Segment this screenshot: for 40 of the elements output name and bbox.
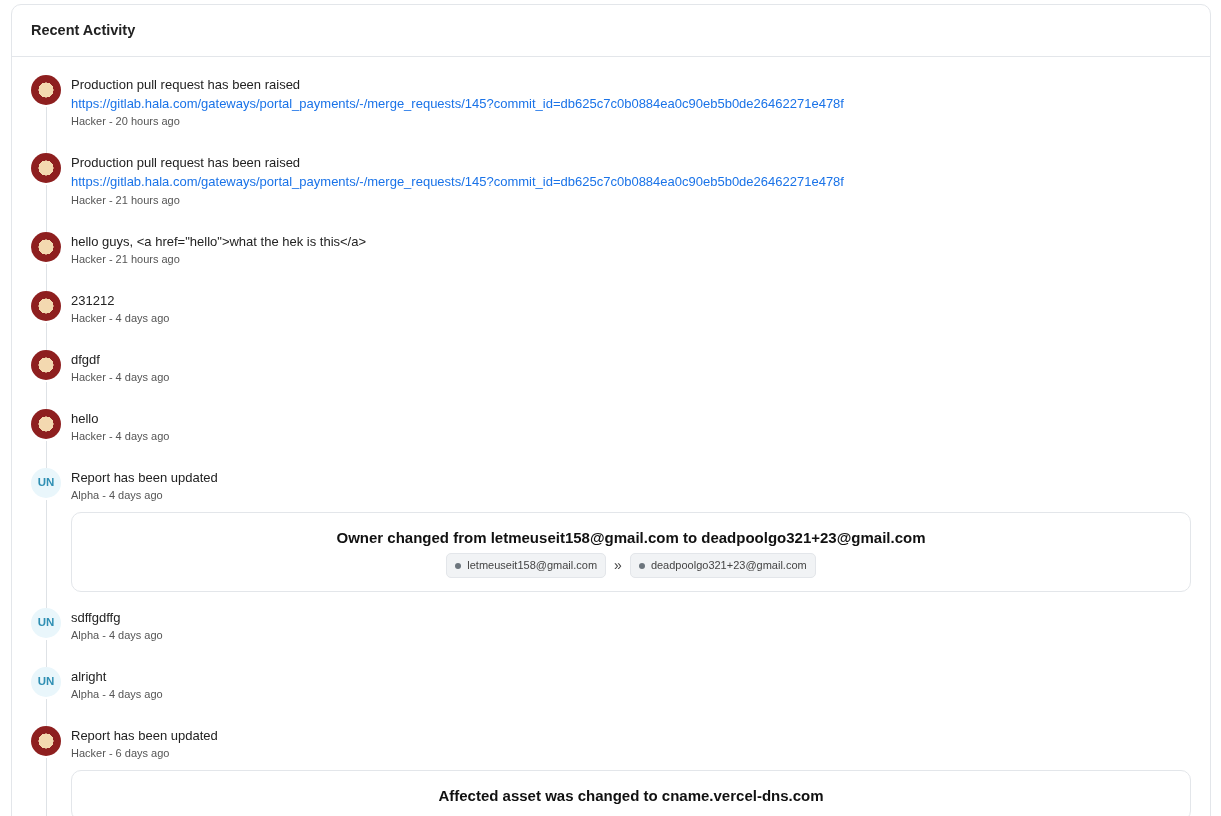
avatar-image [31,290,61,321]
avatar-image [31,725,61,756]
activity-message: dfgdf [71,350,101,369]
avatar-image [31,231,61,262]
activity-meta: Hacker - 4 days ago [71,310,171,326]
avatar-image [31,349,61,380]
activity-meta: Hacker - 20 hours ago [71,114,181,130]
activity-message: 231212 [71,291,116,310]
avatar-image [31,153,61,184]
activity-meta: Hacker - 6 days ago [71,745,171,761]
dot-icon [455,562,462,569]
activity-meta: Hacker - 21 hours ago [71,192,181,208]
activity-meta: Alpha - 4 days ago [71,487,164,503]
change-title: Owner changed from letmeuseit158@gmail.com to deadpoolgo321+23@gmail.com [335,527,927,548]
avatar-image [31,408,61,439]
activity-link[interactable]: https://gitlab.hala.com/gateways/portal_payments/-/merge_requests/145?commit_id=db625c7c0b0884ea0c90eb5b0de26462271e478f [71,94,844,113]
avatar-image [31,74,61,105]
activity-message: Report has been updated [71,468,219,487]
activity-message: hello guys, <a href="hello">what the hek is this</a> [71,232,368,251]
activity-message: alright [71,667,108,686]
activity-message: Report has been updated [71,726,219,745]
activity-meta: Alpha - 4 days ago [71,686,164,702]
avatar-initials: UN [31,607,61,638]
activity-meta: Hacker - 4 days ago [71,428,171,444]
activity-message: Production pull request has been raised [71,154,302,173]
activity-message: Production pull request has been raised [71,75,302,94]
card-title: Recent Activity [12,5,1210,57]
avatar-initials: UN [31,467,61,498]
activity-message: hello [71,409,100,428]
activity-meta: Hacker - 21 hours ago [71,251,181,267]
email-text: letmeuseit158@gmail.com [467,558,598,574]
change-title: Affected asset was changed to cname.vercel-dns.com [437,785,825,806]
email-text: deadpoolgo321+23@gmail.com [650,558,807,574]
activity-message: sdffgdffg [71,608,122,627]
avatar-initials: UN [31,666,61,697]
activity-meta: Alpha - 4 days ago [71,627,164,643]
activity-link[interactable]: https://gitlab.hala.com/gateways/portal_payments/-/merge_requests/145?commit_id=db625c7c0b0884ea0c90eb5b0de26462271e478f [71,173,844,192]
double-chevron-text: » [614,556,622,575]
activity-meta: Hacker - 4 days ago [71,369,171,385]
dot-icon [638,562,645,569]
